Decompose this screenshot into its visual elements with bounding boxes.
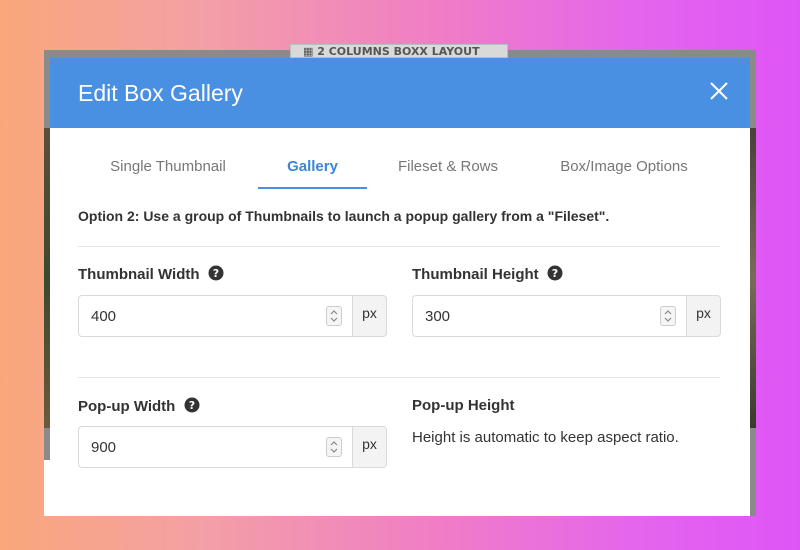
tab-single-thumbnail[interactable]: Single Thumbnail: [100, 153, 236, 189]
thumbnail-height-label: Thumbnail Height ?: [412, 265, 563, 283]
help-icon[interactable]: ?: [184, 397, 200, 413]
tab-fileset-rows[interactable]: Fileset & Rows: [388, 153, 508, 189]
unit-px: px: [686, 295, 721, 337]
unit-px: px: [352, 426, 387, 468]
divider: [78, 377, 720, 378]
thumbnail-height-input[interactable]: 300: [412, 295, 686, 337]
thumbnail-width-label: Thumbnail Width ?: [78, 265, 224, 283]
number-spinner[interactable]: [660, 306, 676, 326]
close-icon[interactable]: [706, 78, 732, 104]
tab-bar: Single Thumbnail Gallery Fileset & Rows …: [50, 153, 750, 193]
number-spinner[interactable]: [326, 437, 342, 457]
unit-px: px: [352, 295, 387, 337]
thumbnail-width-input[interactable]: 400: [78, 295, 352, 337]
popup-width-input[interactable]: 900: [78, 426, 352, 468]
background-layout-label: ▦ 2 COLUMNS BOXX LAYOUT: [290, 44, 508, 58]
modal-header: Edit Box Gallery: [50, 58, 750, 128]
chevron-up-down-icon: [330, 310, 338, 322]
svg-text:?: ?: [188, 399, 194, 412]
edit-box-gallery-modal: Edit Box Gallery Single Thumbnail Galler…: [50, 58, 750, 516]
tab-box-image-options[interactable]: Box/Image Options: [550, 153, 698, 189]
modal-title: Edit Box Gallery: [78, 80, 243, 106]
grid-icon: ▦: [303, 45, 314, 58]
chevron-up-down-icon: [330, 441, 338, 453]
divider: [78, 246, 720, 247]
help-icon[interactable]: ?: [208, 265, 224, 281]
popup-width-group: 900 px: [78, 426, 387, 468]
popup-height-label: Pop-up Height: [412, 397, 515, 414]
thumbnail-width-group: 400 px: [78, 295, 387, 337]
svg-text:?: ?: [212, 267, 218, 280]
thumbnail-height-group: 300 px: [412, 295, 721, 337]
help-icon[interactable]: ?: [547, 265, 563, 281]
gallery-intro-text: Option 2: Use a group of Thumbnails to l…: [78, 208, 610, 224]
popup-width-label: Pop-up Width ?: [78, 397, 200, 415]
chevron-up-down-icon: [664, 310, 672, 322]
svg-text:?: ?: [552, 267, 558, 280]
popup-height-note: Height is automatic to keep aspect ratio…: [412, 429, 679, 446]
number-spinner[interactable]: [326, 306, 342, 326]
tab-gallery[interactable]: Gallery: [258, 153, 367, 189]
